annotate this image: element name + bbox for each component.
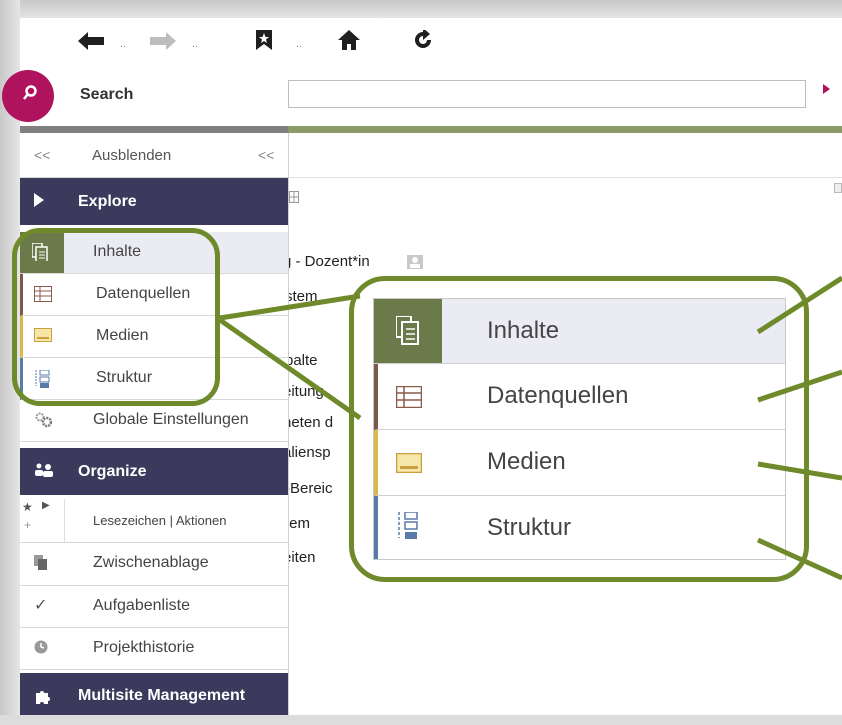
connector-lines: [218, 275, 842, 581]
window-frame-bottom: [0, 715, 842, 725]
